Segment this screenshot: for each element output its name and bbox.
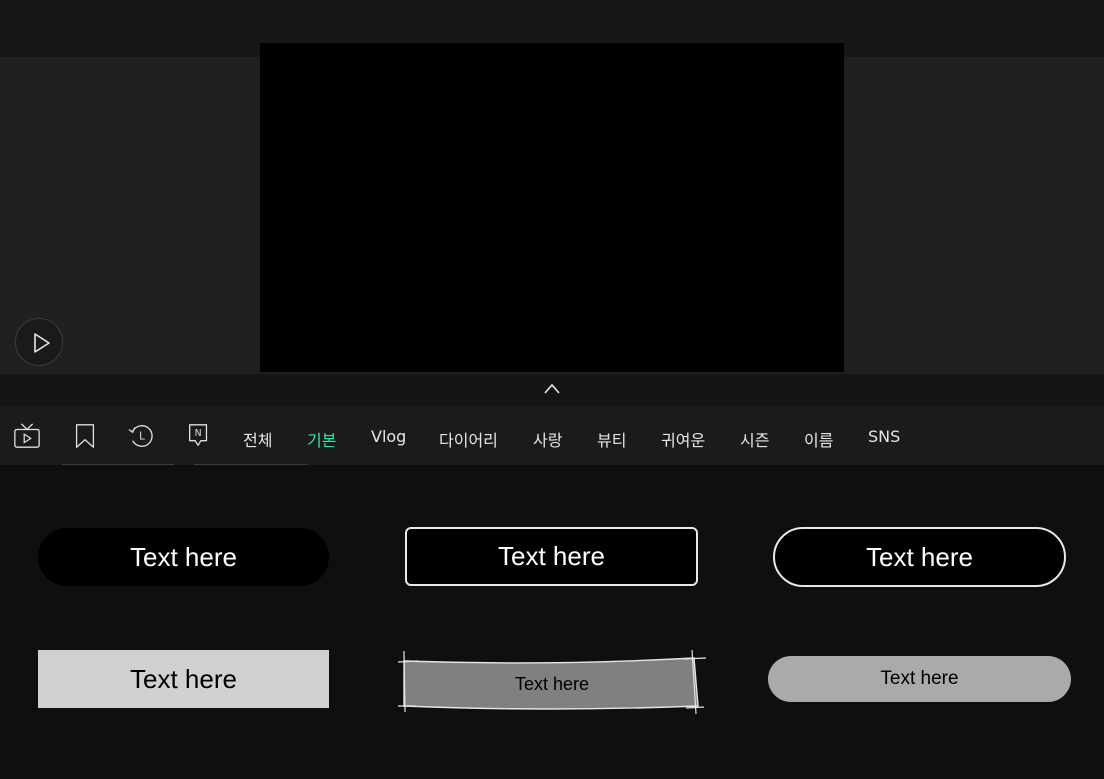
video-canvas[interactable] bbox=[260, 43, 844, 372]
template-label: Text here bbox=[498, 541, 605, 571]
tab-vlog[interactable]: Vlog bbox=[371, 427, 406, 446]
template-grid: Text here Text here Text here Text here … bbox=[0, 465, 1104, 779]
tab-sns[interactable]: SNS bbox=[868, 427, 900, 446]
template-black-pill[interactable]: Text here bbox=[38, 528, 329, 586]
bookmark-icon[interactable] bbox=[70, 422, 100, 450]
play-icon bbox=[34, 333, 50, 353]
tab-love[interactable]: 사랑 bbox=[533, 427, 562, 451]
tab-all[interactable]: 전체 bbox=[243, 427, 272, 451]
template-label: Text here bbox=[866, 541, 973, 572]
template-sketch-gray[interactable]: Text here bbox=[398, 648, 706, 714]
template-black-outline-pill[interactable]: Text here bbox=[773, 527, 1066, 587]
template-label: Text here bbox=[130, 541, 237, 572]
template-label: Text here bbox=[130, 663, 237, 694]
template-label: Text here bbox=[880, 668, 959, 689]
chevron-up-icon[interactable] bbox=[542, 382, 562, 396]
tab-beauty[interactable]: 뷰티 bbox=[597, 427, 626, 451]
template-category-bar: L N 전체 기본 Vlog 다이어리 사랑 뷰티 귀여운 시즌 이름 SNS bbox=[0, 406, 1104, 465]
history-letter: L bbox=[139, 431, 145, 443]
template-light-gray-rect[interactable]: Text here bbox=[38, 650, 329, 708]
panel-collapse-bar[interactable] bbox=[0, 374, 1104, 406]
play-button[interactable] bbox=[15, 318, 63, 366]
tab-diary[interactable]: 다이어리 bbox=[439, 427, 498, 451]
tv-play-icon[interactable] bbox=[12, 422, 42, 450]
history-l-icon[interactable]: L bbox=[127, 422, 157, 450]
tab-basic[interactable]: 기본 bbox=[307, 427, 336, 451]
template-gray-pill[interactable]: Text here bbox=[768, 656, 1071, 702]
template-label: Text here bbox=[514, 673, 590, 694]
new-letter: N bbox=[195, 428, 202, 439]
tab-season[interactable]: 시즌 bbox=[740, 427, 769, 451]
tab-cute[interactable]: 귀여운 bbox=[661, 427, 705, 451]
template-black-outline-rect[interactable]: Text here bbox=[405, 527, 698, 586]
new-badge-icon[interactable]: N bbox=[184, 422, 214, 450]
tab-name[interactable]: 이름 bbox=[804, 427, 833, 451]
